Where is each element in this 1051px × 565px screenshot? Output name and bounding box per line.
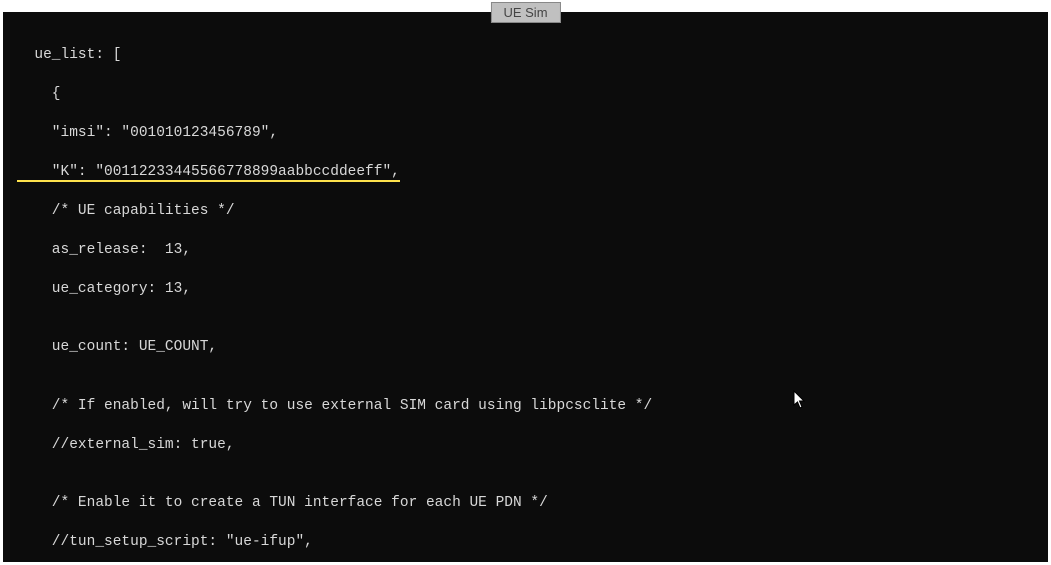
code-line: //tun_setup_script: "ue-ifup",	[17, 533, 1034, 553]
code-line: ue_count: UE_COUNT,	[17, 338, 1034, 358]
tab-ue-sim[interactable]: UE Sim	[490, 2, 560, 23]
code-line: //external_sim: true,	[17, 436, 1034, 456]
code-line: ue_list: [	[17, 46, 1034, 66]
code-line: {	[17, 85, 1034, 105]
code-line: /* If enabled, will try to use external …	[17, 397, 1034, 417]
code-line: /* Enable it to create a TUN interface f…	[17, 494, 1034, 514]
code-line: ue_category: 13,	[17, 280, 1034, 300]
code-line: as_release: 13,	[17, 241, 1034, 261]
code-editor[interactable]: ue_list: [ { "imsi": "001010123456789", …	[3, 12, 1048, 562]
code-line-highlighted: "K": "00112233445566778899aabbccddeeff",	[17, 163, 1034, 183]
code-line: /* UE capabilities */	[17, 202, 1034, 222]
code-line: "imsi": "001010123456789",	[17, 124, 1034, 144]
